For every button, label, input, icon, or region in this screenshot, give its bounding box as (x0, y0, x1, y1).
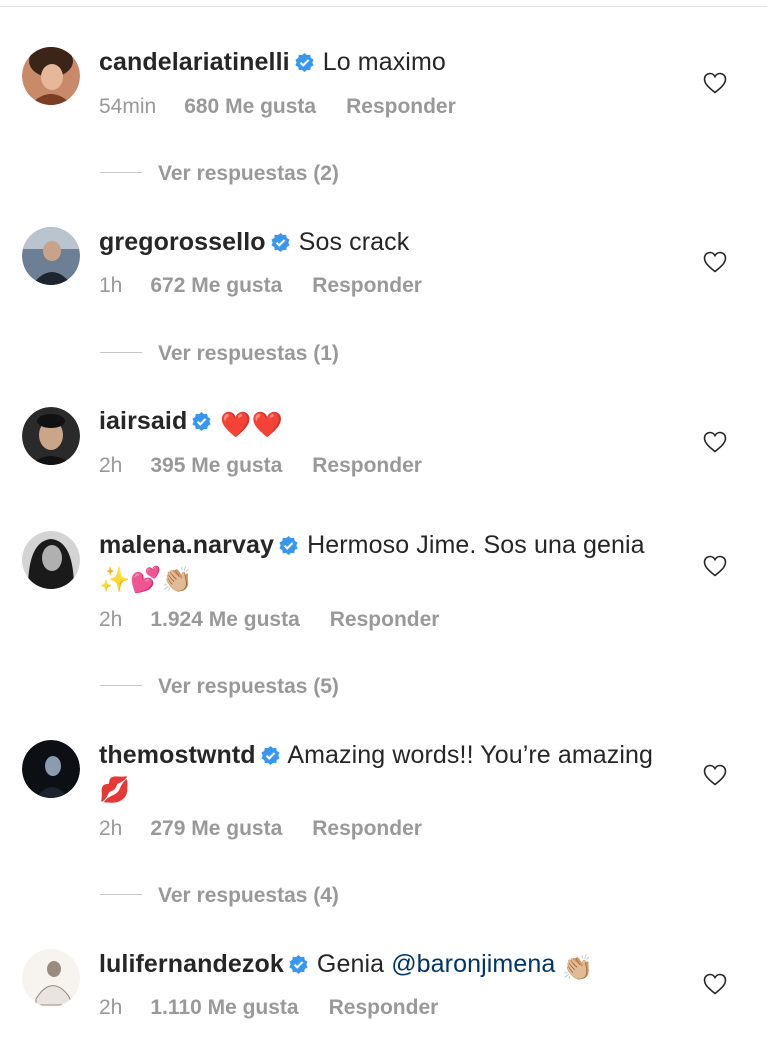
view-replies-label: Ver respuestas (5) (158, 675, 339, 698)
replies-divider (100, 894, 142, 895)
verified-badge-icon (279, 536, 298, 555)
comment-meta: 2h 1.110 Me gusta Responder (99, 995, 438, 1021)
verified-badge-icon (289, 955, 308, 974)
comment-likes[interactable]: 279 Me gusta (150, 816, 282, 842)
clapping-hands-emoji-icon: 👏🏼 (562, 954, 594, 982)
reply-button[interactable]: Responder (329, 995, 439, 1021)
comment-time: 2h (99, 454, 123, 477)
like-heart-icon[interactable] (703, 555, 727, 577)
comment-text: themostwntd Amazing words!! You’re amazi… (99, 740, 659, 806)
comment-message: Lo maximo (322, 48, 446, 76)
view-replies-label: Ver respuestas (4) (158, 884, 339, 907)
comment-meta: 1h 672 Me gusta Responder (99, 273, 422, 299)
comment-message: Sos crack (298, 228, 410, 256)
view-replies-link[interactable]: Ver respuestas (2) (100, 161, 339, 187)
comment-time: 2h (99, 608, 123, 631)
reply-button[interactable]: Responder (312, 453, 422, 479)
comment-username[interactable]: lulifernandezok (99, 950, 284, 978)
comment-text: gregorossello Sos crack (99, 227, 659, 258)
comment-username[interactable]: themostwntd (99, 741, 256, 769)
comment-text: malena.narvay Hermoso Jime. Sos una geni… (99, 530, 659, 596)
replies-divider (100, 352, 142, 353)
like-heart-icon[interactable] (703, 973, 727, 995)
comment-meta: 2h 279 Me gusta Responder (99, 816, 422, 842)
comment-username[interactable]: iairsaid (99, 407, 187, 435)
comment-text: iairsaid ❤️❤️ (99, 406, 659, 441)
comment-time: 54min (99, 95, 157, 118)
comment-meta: 54min 680 Me gusta Responder (99, 94, 456, 120)
comment-username[interactable]: gregorossello (99, 228, 266, 256)
comment-username[interactable]: malena.narvay (99, 531, 274, 559)
view-replies-link[interactable]: Ver respuestas (5) (100, 674, 339, 700)
view-replies-link[interactable]: Ver respuestas (1) (100, 341, 339, 367)
comment-text: lulifernandezok Genia @baronjimena 👏🏼 (99, 949, 659, 984)
comment-likes[interactable]: 1.110 Me gusta (150, 995, 298, 1021)
kiss-mark-emoji-icon: 💋 (99, 776, 131, 804)
comment-likes[interactable]: 680 Me gusta (184, 94, 316, 120)
view-replies-label: Ver respuestas (2) (158, 162, 339, 185)
comment-time: 2h (99, 996, 123, 1019)
comment-text: candelariatinelli Lo maximo (99, 47, 659, 78)
avatar[interactable] (22, 740, 80, 798)
replies-divider (100, 172, 142, 173)
comment-meta: 2h 395 Me gusta Responder (99, 453, 422, 479)
comment-message: Hermoso Jime. Sos una genia (307, 531, 645, 559)
reply-button[interactable]: Responder (312, 273, 422, 299)
red-heart-emoji-icon: ❤️ (251, 411, 283, 439)
like-heart-icon[interactable] (703, 72, 727, 94)
comment-time: 2h (99, 817, 123, 840)
comment-likes[interactable]: 1.924 Me gusta (150, 607, 299, 633)
sparkles-emoji-icon: ✨ (99, 566, 131, 594)
reply-button[interactable]: Responder (346, 94, 456, 120)
like-heart-icon[interactable] (703, 764, 727, 786)
verified-badge-icon (295, 53, 314, 72)
comment-message: Amazing words!! You’re amazing (287, 741, 654, 769)
like-heart-icon[interactable] (703, 251, 727, 273)
verified-badge-icon (271, 233, 290, 252)
red-heart-emoji-icon: ❤️ (220, 411, 252, 439)
comment-likes[interactable]: 395 Me gusta (150, 453, 282, 479)
avatar[interactable] (22, 47, 80, 105)
avatar[interactable] (22, 531, 80, 589)
reply-button[interactable]: Responder (330, 607, 440, 633)
comment-message: Genia (316, 950, 385, 978)
avatar[interactable] (22, 949, 80, 1007)
view-replies-label: Ver respuestas (1) (158, 342, 339, 365)
comment-meta: 2h 1.924 Me gusta Responder (99, 607, 439, 633)
view-replies-link[interactable]: Ver respuestas (4) (100, 883, 339, 909)
comment-likes[interactable]: 672 Me gusta (150, 273, 282, 299)
replies-divider (100, 685, 142, 686)
top-divider (0, 6, 767, 7)
mention-link[interactable]: @baronjimena (391, 950, 555, 978)
like-heart-icon[interactable] (703, 431, 727, 453)
avatar[interactable] (22, 227, 80, 285)
clapping-hands-emoji-icon: 👏🏼 (161, 566, 193, 594)
comment-time: 1h (99, 274, 123, 297)
avatar[interactable] (22, 407, 80, 465)
comment-username[interactable]: candelariatinelli (99, 48, 290, 76)
reply-button[interactable]: Responder (312, 816, 422, 842)
verified-badge-icon (261, 746, 280, 765)
two-hearts-emoji-icon: 💕 (130, 566, 162, 594)
verified-badge-icon (192, 412, 211, 431)
